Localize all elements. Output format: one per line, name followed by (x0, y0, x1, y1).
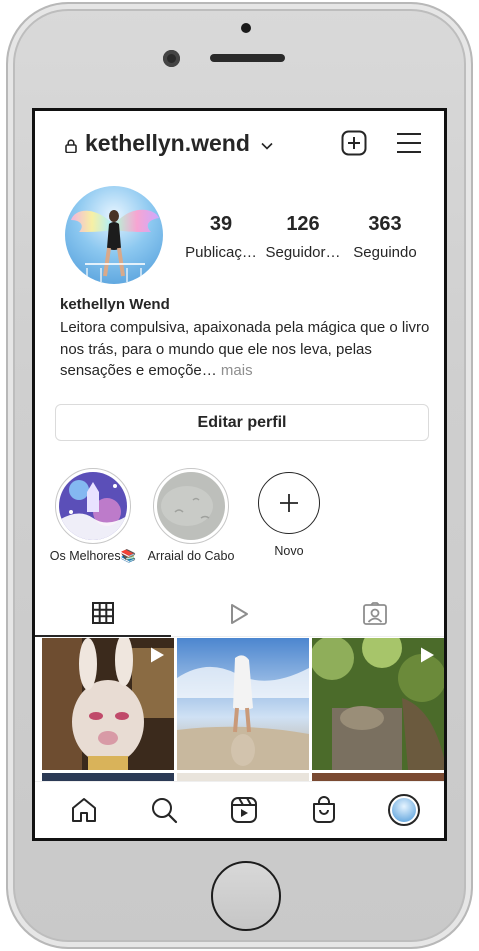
reels-icon (231, 604, 248, 624)
sensor-dot (241, 23, 251, 33)
tab-reels[interactable] (171, 591, 307, 637)
highlight-ring (153, 468, 229, 544)
profile-avatar[interactable] (65, 186, 163, 284)
stat-posts[interactable]: 39 Publicaç… (180, 213, 262, 261)
posts-count: 39 (209, 213, 233, 235)
followers-label: Seguidor… (265, 244, 341, 261)
bio-more-link[interactable]: mais (217, 362, 253, 379)
nav-reels[interactable] (228, 794, 260, 826)
new-highlight-ring (258, 472, 320, 534)
lock-icon (65, 139, 77, 153)
highlight-cover (59, 472, 127, 540)
posts-grid (42, 638, 444, 783)
profile-avatar (388, 794, 420, 826)
profile-header: kethellyn.wend (35, 111, 444, 175)
username[interactable]: kethellyn.wend (85, 130, 250, 157)
search-icon (152, 798, 178, 824)
reel-indicator-icon (421, 647, 434, 663)
following-count: 363 (368, 213, 402, 235)
following-label: Seguindo (353, 244, 417, 261)
tab-posts-grid[interactable] (35, 591, 171, 637)
avatar-thumbnail (392, 798, 416, 822)
nav-profile[interactable] (388, 794, 420, 826)
reel-indicator-icon (151, 647, 164, 663)
post-thumbnail (177, 638, 309, 770)
tab-tagged[interactable] (307, 591, 443, 637)
new-post-icon[interactable] (341, 130, 367, 156)
nav-search[interactable] (148, 794, 180, 826)
bottom-navigation (35, 781, 444, 838)
profile-bio: Leitora compulsiva, apaixonada pela mági… (60, 317, 430, 382)
profile-name: kethellyn Wend (60, 296, 170, 313)
front-camera (163, 50, 180, 67)
highlight-arraial-do-cabo[interactable]: Arraial do Cabo (141, 468, 241, 563)
nav-shop[interactable] (308, 794, 340, 826)
highlight-new[interactable]: Novo (239, 468, 339, 558)
chevron-down-icon[interactable] (260, 141, 274, 151)
grid-post[interactable] (312, 638, 444, 770)
grid-post[interactable] (177, 638, 309, 770)
stat-following[interactable]: 363 Seguindo (344, 213, 426, 261)
highlight-ring (55, 468, 131, 544)
stat-followers[interactable]: 126 Seguidor… (262, 213, 344, 261)
nav-home[interactable] (68, 794, 100, 826)
grid-icon (92, 602, 114, 624)
avatar-photo (71, 209, 159, 282)
highlight-os-melhores[interactable]: Os Melhores📚 (43, 468, 143, 564)
posts-label: Publicaç… (185, 244, 257, 261)
menu-icon[interactable] (396, 132, 422, 154)
earpiece-speaker (210, 54, 285, 62)
edit-profile-button[interactable]: Editar perfil (55, 404, 429, 441)
app-screen: kethellyn.wend 39 Publicaç… 126 Seguidor… (32, 108, 447, 841)
home-icon (72, 798, 96, 822)
followers-count: 126 (286, 213, 320, 235)
shop-icon (313, 796, 335, 823)
highlight-label: Novo (274, 544, 304, 558)
reels-icon (231, 797, 257, 823)
grid-post[interactable] (42, 638, 174, 770)
content-tabs (35, 591, 444, 637)
highlight-label: Arraial do Cabo (147, 549, 235, 563)
plus-icon (280, 494, 298, 512)
highlight-label: Os Melhores📚 (49, 549, 137, 563)
highlight-cover (157, 472, 225, 540)
tagged-icon (363, 602, 387, 625)
home-button[interactable] (211, 861, 281, 931)
